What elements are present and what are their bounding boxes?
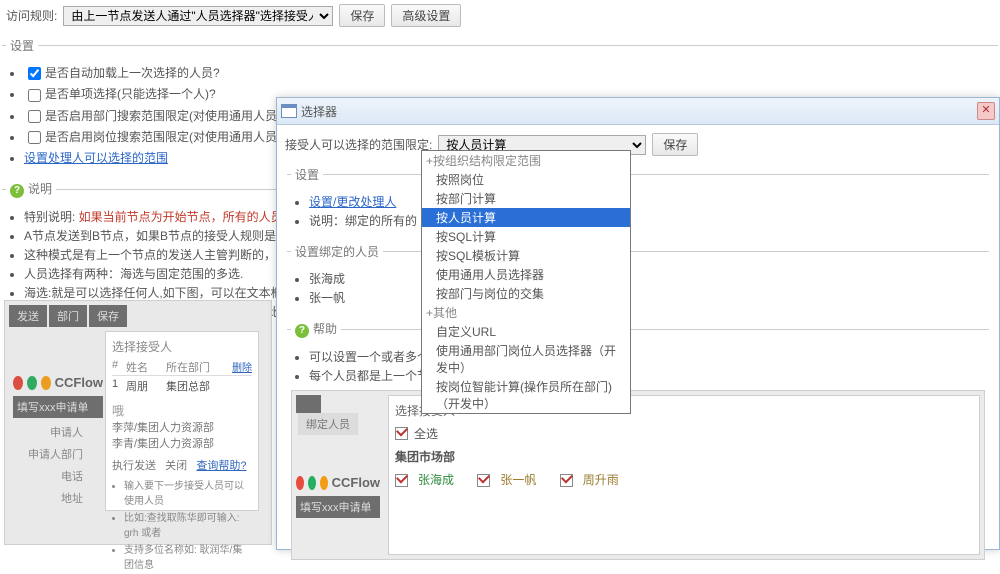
bound-p1: 张海成 (309, 270, 985, 287)
row1-dept: 集团总部 (166, 378, 210, 394)
settings-legend: 设置 (6, 37, 38, 54)
scope-dropdown[interactable]: +按组织结构限定范围 按照岗位 按部门计算 按人员计算 按SQL计算 按SQL模… (421, 150, 631, 414)
fs-set: 设置 设置/更改处理人 说明：绑定的所有的 (287, 166, 989, 233)
scope-label: 接受人可以选择的范围限定: (285, 136, 432, 153)
note-bind: 说明：绑定的所有的 (309, 212, 985, 229)
lbl-autoload: 是否自动加载上一次选择的人员? (45, 66, 220, 80)
chk-autoload[interactable] (28, 67, 41, 80)
help-screenshot: 绑定人员 CCFlow 填写xxx申请单 选择接受人 全选 集团市场部 张海成 … (291, 390, 985, 560)
help-icon: ? (295, 324, 309, 338)
hs-names: 张海成 张一帆 周升雨 (395, 471, 973, 488)
chk-dept-scope[interactable] (28, 110, 41, 123)
bg-btn-close[interactable]: 关闭 (165, 460, 187, 472)
modal-save-button[interactable]: 保存 (652, 133, 698, 156)
rule-label: 访问规则: (6, 7, 57, 24)
chk-n2[interactable] (477, 474, 490, 487)
bg-lab-applicant: 申请人 (13, 424, 83, 440)
fs-help-legend: ?帮助 (291, 320, 341, 338)
exp-1a: 特别说明: (24, 210, 79, 224)
dd-opt-url[interactable]: 自定义URL (422, 322, 630, 341)
lbl-post-scope: 是否启用岗位搜索范围限定(对使用通用人员选 (45, 130, 289, 144)
th-dept: 所在部门 (166, 359, 232, 375)
link-set-handler[interactable]: 设置/更改处理人 (309, 195, 396, 209)
bg-hint3: 支持多位名称如: 耿润华/集团信息 (124, 541, 252, 571)
dd-opt-dept[interactable]: 按部门计算 (422, 189, 630, 208)
th-del[interactable]: 删除 (232, 359, 252, 375)
bg-lab-addr: 地址 (13, 490, 83, 506)
save-button[interactable]: 保存 (339, 4, 385, 27)
dd-opt-post[interactable]: 按照岗位 (422, 170, 630, 189)
bg-note1: 李萍/集团人力资源部 (112, 419, 252, 435)
bg-note2: 李青/集团人力资源部 (112, 435, 252, 451)
lbl-all: 全选 (414, 425, 438, 442)
dialog-title: 选择器 (301, 103, 337, 120)
fs-help: ?帮助 可以设置一个或者多个人员. 每个人员都是上一个节点可以选择的人员范围. … (287, 320, 989, 560)
hs-tab1 (296, 395, 321, 413)
rule-row: 访问规则: 由上一节点发送人通过"人员选择器"选择接受人 保存 高级设置 (0, 0, 1000, 31)
help-l2: 每个人员都是上一个节点可以选择的人员范围. (309, 367, 985, 384)
dd-opt-dev1[interactable]: 使用通用部门岗位人员选择器（开发中） (422, 341, 630, 377)
rule-select[interactable]: 由上一节点发送人通过"人员选择器"选择接受人 (63, 6, 333, 26)
dd-group1: +按组织结构限定范围 (422, 151, 630, 170)
dd-group2: +其他 (422, 303, 630, 322)
th-idx: # (112, 359, 126, 375)
help-icon: ? (10, 184, 24, 198)
bg-card: 选择接受人 # 姓名 所在部门 删除 1 周朋 集团总部 哦 李萍/集团人力资源… (105, 331, 259, 511)
bg-tab-send[interactable]: 发送 (9, 305, 47, 327)
chk-n1[interactable] (395, 474, 408, 487)
chk-all[interactable] (395, 427, 408, 440)
bg-lab-dept: 申请人部门 (13, 446, 83, 462)
lbl-dept-scope: 是否启用部门搜索范围限定(对使用通用人员选 (45, 109, 289, 123)
close-icon[interactable]: ✕ (977, 102, 995, 120)
bg-tab-dept[interactable]: 部门 (49, 305, 87, 327)
dd-opt-person[interactable]: 按人员计算 (422, 208, 630, 227)
hs-group: 集团市场部 (395, 448, 973, 465)
bg-tab-save[interactable]: 保存 (89, 305, 127, 327)
fs-set-legend: 设置 (291, 166, 323, 183)
bound-p2: 张一帆 (309, 289, 985, 306)
chk-n3[interactable] (560, 474, 573, 487)
bg-hint2: 比如:查找取陈华即可输入: grh 或者 (124, 509, 252, 539)
hs-form-title: 填写xxx申请单 (296, 496, 380, 518)
dd-opt-generic[interactable]: 使用通用人员选择器 (422, 265, 630, 284)
help-l1: 可以设置一个或者多个人员. (309, 348, 985, 365)
window-icon (281, 104, 297, 118)
bg-hint1: 输入要下一步接受人员可以使用人员 (124, 477, 252, 507)
bg-logo: CCFlow (13, 375, 103, 390)
hs-card: 选择接受人 全选 集团市场部 张海成 张一帆 周升雨 (388, 395, 980, 555)
sample-selector-panel: 发送 部门 保存 CCFlow 填写xxx申请单 申请人 申请人部门 电话 地址… (4, 300, 272, 545)
selector-dialog: 选择器 ✕ 接受人可以选择的范围限定: 按人员计算 保存 设置 设置/更改处理人… (276, 97, 1000, 550)
bg-form-title: 填写xxx申请单 (13, 396, 103, 418)
dd-opt-sqltpl[interactable]: 按SQL模板计算 (422, 246, 630, 265)
fs-bound-legend: 设置绑定的人员 (291, 243, 383, 260)
hs-tab-bound: 绑定人员 (298, 413, 358, 435)
dialog-titlebar[interactable]: 选择器 ✕ (277, 98, 999, 125)
hs-logo: CCFlow (296, 475, 380, 490)
row1-name: 周朋 (126, 378, 166, 394)
dd-opt-dev2[interactable]: 按岗位智能计算(操作员所在部门)（开发中） (422, 377, 630, 413)
chk-single[interactable] (28, 89, 41, 102)
bg-btn-exec[interactable]: 执行发送 (112, 460, 156, 472)
bg-btn-help[interactable]: 查询帮助? (196, 460, 246, 472)
dd-opt-intersect[interactable]: 按部门与岗位的交集 (422, 284, 630, 303)
lbl-single: 是否单项选择(只能选择一个人)? (45, 87, 216, 101)
dd-opt-sql[interactable]: 按SQL计算 (422, 227, 630, 246)
exp-1b: 如果当前节点为开始节点，所有的人员 (79, 210, 283, 224)
fs-bound: 设置绑定的人员 张海成 张一帆 (287, 243, 989, 310)
advanced-button[interactable]: 高级设置 (391, 4, 461, 27)
chk-post-scope[interactable] (28, 131, 41, 144)
link-set-scope[interactable]: 设置处理人可以选择的范围 (24, 151, 168, 165)
bg-card-title: 选择接受人 (112, 338, 252, 355)
explain-legend: ?说明 (6, 180, 56, 198)
th-name: 姓名 (126, 359, 166, 375)
bg-lab-tel: 电话 (13, 468, 83, 484)
